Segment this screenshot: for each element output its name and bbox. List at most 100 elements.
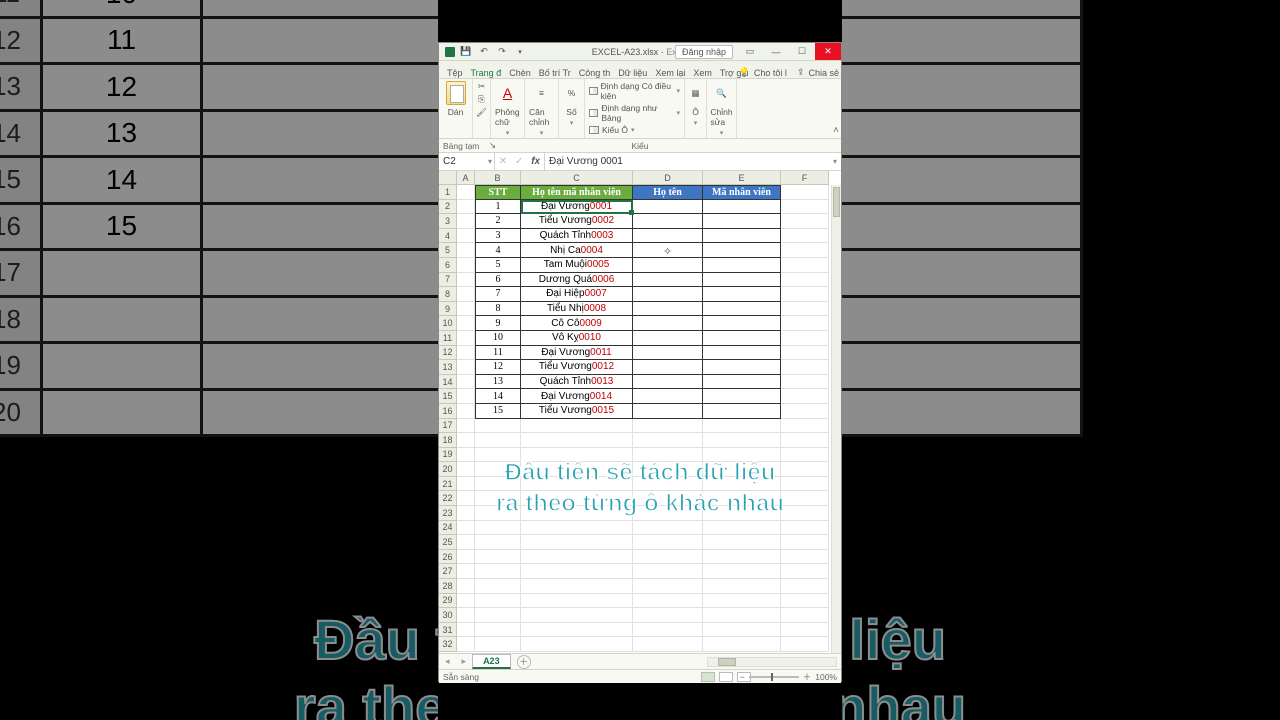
row-header[interactable]: 13: [439, 360, 457, 375]
cell[interactable]: [781, 404, 829, 419]
sheet-nav-next-icon[interactable]: ▸: [456, 656, 473, 667]
cell[interactable]: 2: [475, 214, 521, 229]
cell[interactable]: [703, 477, 781, 492]
conditional-formatting-button[interactable]: Định dạng Có điều kiện: [601, 81, 674, 101]
cell[interactable]: [781, 535, 829, 550]
cell[interactable]: [703, 594, 781, 609]
align-icon[interactable]: ≡: [530, 81, 554, 105]
row-header[interactable]: 15: [439, 389, 457, 404]
cell[interactable]: [457, 302, 475, 317]
cell[interactable]: [703, 623, 781, 638]
row-header[interactable]: 30: [439, 608, 457, 623]
cell[interactable]: 4: [475, 243, 521, 258]
cell[interactable]: [457, 214, 475, 229]
cell[interactable]: [521, 521, 633, 536]
cell[interactable]: [703, 521, 781, 536]
copy-icon[interactable]: ⎘: [478, 94, 485, 105]
cell[interactable]: Nhị Ca 0004: [521, 243, 633, 258]
cell[interactable]: Đại Vương 0014: [521, 389, 633, 404]
row-header[interactable]: 24: [439, 521, 457, 536]
row-header[interactable]: 14: [439, 375, 457, 390]
row-header[interactable]: 9: [439, 302, 457, 317]
cell[interactable]: 12: [475, 360, 521, 375]
cell[interactable]: 13: [475, 375, 521, 390]
cell[interactable]: Vô Kỵ 0010: [521, 331, 633, 346]
cell[interactable]: [475, 550, 521, 565]
worksheet-grid[interactable]: ABCDEF 123456789101112131415161718192021…: [439, 171, 841, 653]
cell[interactable]: Họ tên: [633, 185, 703, 200]
cell[interactable]: Tiểu Nhị 0008: [521, 302, 633, 317]
cell[interactable]: [781, 550, 829, 565]
cell[interactable]: [475, 579, 521, 594]
cell[interactable]: [781, 623, 829, 638]
cell[interactable]: [781, 491, 829, 506]
cell[interactable]: Quách Tỉnh 0003: [521, 229, 633, 244]
ribbon-tab[interactable]: Chèn: [505, 66, 535, 80]
cell[interactable]: Tiểu Vương 0015: [521, 404, 633, 419]
cell[interactable]: [633, 491, 703, 506]
cell[interactable]: [703, 491, 781, 506]
cell[interactable]: [703, 550, 781, 565]
cell[interactable]: [457, 477, 475, 492]
cell[interactable]: [633, 214, 703, 229]
cell[interactable]: [781, 506, 829, 521]
cell[interactable]: 10: [475, 331, 521, 346]
cell[interactable]: [703, 200, 781, 215]
row-header[interactable]: 6: [439, 258, 457, 273]
row-header[interactable]: 5: [439, 243, 457, 258]
cell[interactable]: [521, 462, 633, 477]
column-header[interactable]: F: [781, 171, 829, 185]
row-header[interactable]: 19: [439, 448, 457, 463]
cell[interactable]: [457, 579, 475, 594]
cell[interactable]: 6: [475, 273, 521, 288]
column-header[interactable]: A: [457, 171, 475, 185]
row-header[interactable]: 12: [439, 346, 457, 361]
cell[interactable]: [457, 200, 475, 215]
sheet-nav-prev-icon[interactable]: ◂: [439, 656, 456, 667]
cell[interactable]: [703, 462, 781, 477]
cell[interactable]: [703, 535, 781, 550]
save-icon[interactable]: 💾: [459, 45, 473, 59]
undo-icon[interactable]: ↶: [477, 45, 491, 59]
cell-styles-icon[interactable]: [589, 126, 599, 134]
cell[interactable]: [703, 419, 781, 434]
cell[interactable]: [633, 404, 703, 419]
row-header[interactable]: 8: [439, 287, 457, 302]
cell[interactable]: [703, 273, 781, 288]
format-painter-icon[interactable]: 🖌: [476, 107, 487, 118]
zoom-in-button[interactable]: ＋: [803, 671, 812, 683]
cell[interactable]: [633, 229, 703, 244]
column-headers[interactable]: ABCDEF: [457, 171, 829, 185]
cell[interactable]: 5: [475, 258, 521, 273]
cell[interactable]: [457, 258, 475, 273]
row-header[interactable]: 16: [439, 404, 457, 419]
cell[interactable]: [521, 623, 633, 638]
cell[interactable]: [521, 564, 633, 579]
cell[interactable]: [457, 608, 475, 623]
cell[interactable]: [703, 564, 781, 579]
cell[interactable]: [781, 419, 829, 434]
cell[interactable]: Họ tên mã nhân viên: [521, 185, 633, 200]
redo-icon[interactable]: ↷: [495, 45, 509, 59]
cell[interactable]: [633, 360, 703, 375]
cell[interactable]: [457, 243, 475, 258]
cell[interactable]: [703, 243, 781, 258]
cell[interactable]: [703, 389, 781, 404]
cell[interactable]: [475, 477, 521, 492]
conditional-formatting-icon[interactable]: [589, 87, 598, 95]
cell[interactable]: [633, 200, 703, 215]
page-layout-view-button[interactable]: [719, 672, 733, 682]
cell[interactable]: [633, 477, 703, 492]
cell[interactable]: [457, 360, 475, 375]
cell[interactable]: [633, 287, 703, 302]
cell[interactable]: Đại Hiệp 0007: [521, 287, 633, 302]
cell[interactable]: [457, 535, 475, 550]
vertical-scroll-thumb[interactable]: [833, 187, 840, 217]
cell[interactable]: [475, 433, 521, 448]
cell[interactable]: Tiểu Vương 0012: [521, 360, 633, 375]
qat-customize-icon[interactable]: ▾: [513, 45, 527, 59]
cell[interactable]: [781, 564, 829, 579]
cell[interactable]: [521, 477, 633, 492]
cell[interactable]: [633, 316, 703, 331]
cell[interactable]: [703, 404, 781, 419]
